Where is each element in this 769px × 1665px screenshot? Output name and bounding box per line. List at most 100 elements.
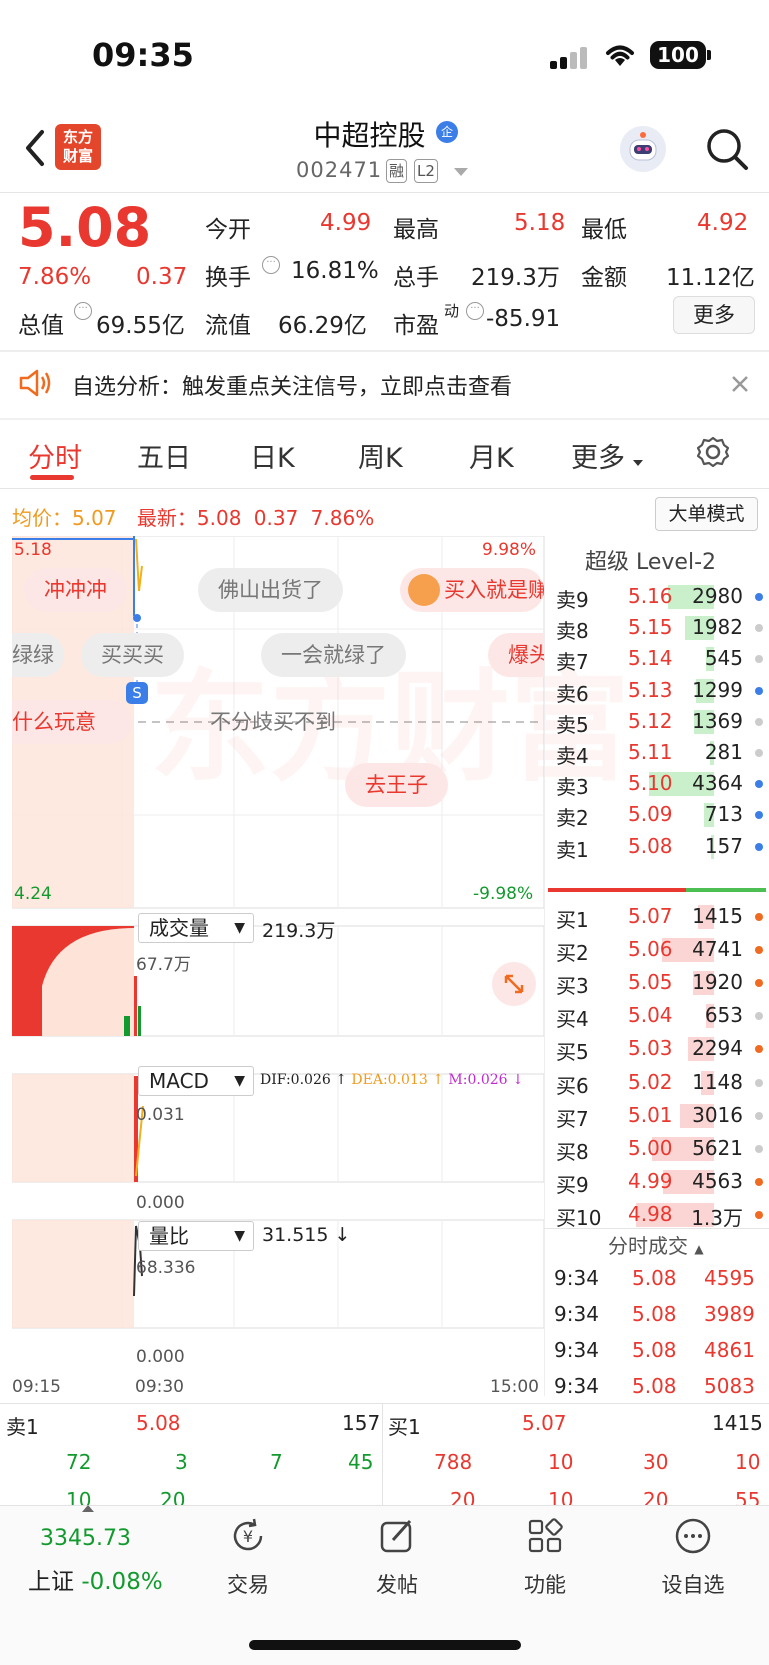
ask-row[interactable]: 卖4 5.11 281 <box>552 736 769 769</box>
tab-day-k[interactable]: 日K <box>250 436 295 475</box>
ask-row[interactable]: 卖8 5.15 1982 <box>552 611 769 644</box>
index-widget[interactable]: 上证 -0.08% <box>28 1562 163 1596</box>
ask-row[interactable]: 卖3 5.10 4364 <box>552 767 769 800</box>
trade-row[interactable]: 9:34 5.08 3989 <box>552 1298 769 1331</box>
level-label: 卖1 <box>556 837 589 862</box>
bid-row[interactable]: 买2 5.06 4741 <box>552 933 769 966</box>
chevron-up-icon[interactable] <box>82 1505 94 1512</box>
expand-icon[interactable] <box>492 962 536 1006</box>
enterprise-badge-icon: 企 <box>436 121 458 143</box>
tab-intraday[interactable]: 分时 <box>28 436 82 475</box>
float-label: 流值 <box>205 313 251 339</box>
y-min-label: 4.24 <box>14 884 52 904</box>
open-label: 今开 <box>205 217 251 243</box>
big-order-mode-button[interactable]: 大单模式 <box>655 497 758 531</box>
bid-row[interactable]: 买9 4.99 4563 <box>552 1165 769 1198</box>
bid-row[interactable]: 买6 5.02 1148 <box>552 1066 769 1099</box>
gear-icon[interactable] <box>696 435 730 469</box>
queue-buy-vol: 1415 <box>712 1411 763 1435</box>
trade-row[interactable]: 9:34 5.08 4595 <box>552 1262 769 1295</box>
more-info-icon[interactable]: ··· <box>74 302 92 320</box>
edit-icon <box>380 1519 412 1553</box>
float-value: 66.29亿 <box>278 313 367 339</box>
danmaku-comment[interactable]: 一会就绿了 <box>261 633 406 677</box>
level2-title[interactable]: 超级 Level-2 <box>585 544 716 576</box>
queue-cell: 55 <box>735 1488 761 1505</box>
level-label: 卖7 <box>556 650 589 675</box>
stock-code: 002471 <box>296 158 383 182</box>
danmaku-comment[interactable]: 佛山出货了 <box>198 568 343 612</box>
level-price: 5.09 <box>628 802 673 827</box>
trade-row[interactable]: 9:34 5.08 4861 <box>552 1334 769 1367</box>
level-label: 买8 <box>556 1139 589 1164</box>
bid-row[interactable]: 买7 5.01 3016 <box>552 1099 769 1132</box>
x-tick-close: 15:00 <box>490 1377 539 1397</box>
volume-total: 219.3万 <box>262 920 336 942</box>
robot-assistant-icon[interactable] <box>620 126 666 172</box>
ask-row[interactable]: 卖1 5.08 157 <box>552 830 769 863</box>
nav-trade[interactable]: ¥ 交易 <box>193 1516 303 1599</box>
more-info-icon[interactable]: ··· <box>466 302 484 320</box>
ask-row[interactable]: 卖6 5.13 1299 <box>552 674 769 707</box>
close-icon[interactable] <box>730 374 750 394</box>
level-label: 买9 <box>556 1172 589 1197</box>
danmaku-comment[interactable]: 什么玩意 <box>12 700 132 744</box>
chevron-down-icon[interactable] <box>633 460 643 466</box>
speaker-icon <box>19 369 51 397</box>
order-source-dot <box>755 780 763 789</box>
amount-value: 11.12亿 <box>666 265 755 291</box>
notice-text: 自选分析：触发重点关注信号，立即点击查看 <box>72 375 513 400</box>
notice-bar[interactable]: 自选分析：触发重点关注信号，立即点击查看 <box>0 352 769 416</box>
tab-more[interactable]: 更多 <box>571 436 625 475</box>
nav-functions[interactable]: 功能 <box>490 1516 600 1599</box>
search-icon[interactable] <box>704 126 750 172</box>
cursor-dot <box>133 614 141 622</box>
level-price: 4.98 <box>628 1201 673 1226</box>
order-source-dot <box>755 593 763 601</box>
danmaku-comment[interactable]: 冲冲冲 <box>24 568 127 612</box>
trades-divider <box>544 1228 769 1229</box>
bid-row[interactable]: 买5 5.03 2294 <box>552 1032 769 1065</box>
trade-price: 5.08 <box>632 1302 677 1326</box>
ratio-indicator-select[interactable]: 量比 ▼ <box>138 1221 254 1251</box>
more-button[interactable]: 更多 <box>673 296 755 334</box>
bid-row[interactable]: 买4 5.04 653 <box>552 999 769 1032</box>
bid-row[interactable]: 买8 5.00 5621 <box>552 1132 769 1165</box>
ask-row[interactable]: 卖9 5.16 2980 <box>552 580 769 613</box>
mcap-label: 总值 <box>18 313 64 339</box>
level-price: 5.08 <box>628 833 673 858</box>
tab-week-k[interactable]: 周K <box>358 436 403 475</box>
low-label: 最低 <box>581 217 627 243</box>
index-value[interactable]: 3345.73 <box>40 1526 131 1551</box>
more-info-icon[interactable]: ··· <box>262 256 280 274</box>
level-price: 4.99 <box>628 1168 673 1193</box>
danmaku-comment[interactable]: 绿绿 <box>12 633 64 677</box>
danmaku-comment[interactable]: 去王子 <box>345 763 448 807</box>
bid-row[interactable]: 买10 4.98 1.3万 <box>552 1198 769 1231</box>
bid-row[interactable]: 买3 5.05 1920 <box>552 966 769 999</box>
danmaku-comment[interactable]: 买买买 <box>81 633 184 677</box>
volume-indicator-select[interactable]: 成交量 ▼ <box>138 913 254 943</box>
trade-row[interactable]: 9:34 5.08 5083 <box>552 1370 769 1403</box>
danmaku-comment[interactable]: 爆头 <box>488 633 544 677</box>
level-volume: 281 <box>704 740 743 764</box>
macd-indicator-select[interactable]: MACD ▼ <box>138 1066 254 1096</box>
danmaku-comment[interactable]: 不分歧买不到 <box>190 700 356 744</box>
level-price: 5.15 <box>628 615 673 640</box>
chevron-down-icon[interactable] <box>454 168 468 176</box>
bid-row[interactable]: 买1 5.07 1415 <box>552 900 769 933</box>
ask-row[interactable]: 卖2 5.09 713 <box>552 798 769 831</box>
ask-row[interactable]: 卖5 5.12 1369 <box>552 705 769 738</box>
queue-cell: 10 <box>66 1488 92 1505</box>
tab-month-k[interactable]: 月K <box>469 436 514 475</box>
ask-row[interactable]: 卖7 5.14 545 <box>552 642 769 675</box>
nav-post[interactable]: 发帖 <box>342 1516 452 1599</box>
level-label: 买7 <box>556 1106 589 1131</box>
queue-sell-price: 5.08 <box>136 1411 181 1435</box>
tab-five-day[interactable]: 五日 <box>137 436 191 475</box>
trade-volume: 4861 <box>704 1338 755 1362</box>
bid-ask-ratio-bar <box>548 888 686 892</box>
order-source-dot <box>755 1144 763 1153</box>
nav-add-watchlist[interactable]: 设自选 <box>638 1516 748 1599</box>
trades-title[interactable]: 分时成交 ▲ <box>608 1230 704 1259</box>
